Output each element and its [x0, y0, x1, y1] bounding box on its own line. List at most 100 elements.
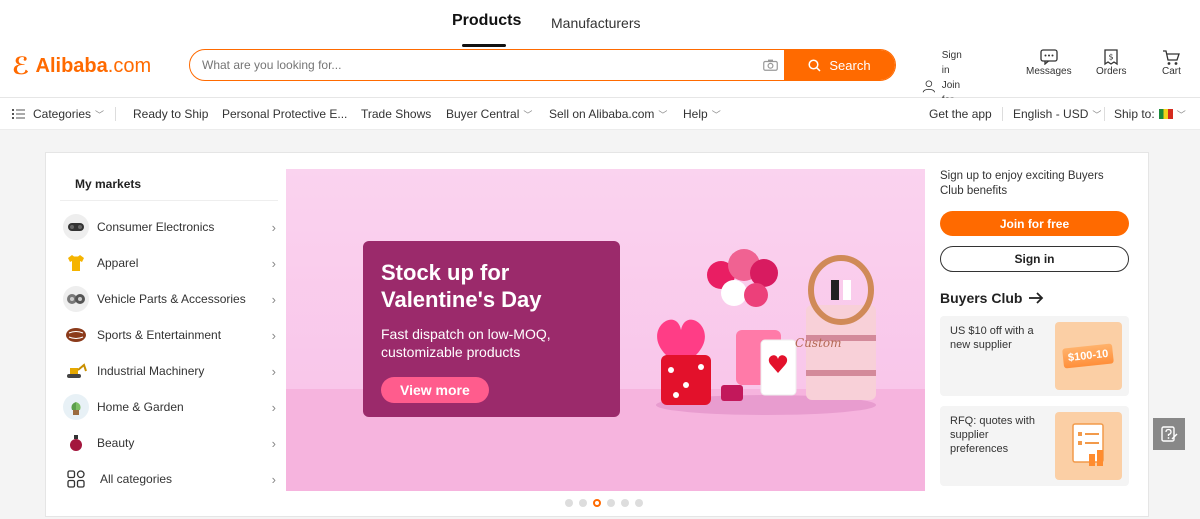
cake-label: Custom	[795, 336, 842, 350]
get-app-link[interactable]: Get the app	[929, 107, 992, 121]
market-label: Vehicle Parts & Accessories	[97, 292, 246, 306]
active-tab-underline	[462, 44, 506, 47]
orders-label: Orders	[1096, 66, 1127, 77]
chevron-right-icon: ›	[271, 327, 276, 343]
chevron-right-icon: ›	[271, 255, 276, 271]
alibaba-logo-icon: ℰ	[12, 53, 30, 80]
promo-box: Stock up for Valentine's Day Fast dispat…	[363, 241, 620, 417]
market-label: All categories	[100, 472, 173, 486]
carousel-dot[interactable]	[579, 499, 587, 507]
market-item-apparel[interactable]: Apparel ›	[60, 245, 278, 281]
market-item-sports-entertainment[interactable]: Sports & Entertainment ›	[60, 317, 278, 353]
logo-suffix: .com	[107, 55, 152, 77]
header-tabs: Products Manufacturers	[0, 12, 1200, 47]
nav-personal-protective[interactable]: Personal Protective E...	[222, 107, 347, 121]
tab-manufacturers[interactable]: Manufacturers	[551, 15, 640, 31]
chevron-down-icon: ﹀	[711, 109, 721, 120]
carousel-dot[interactable]	[635, 499, 643, 507]
cart-label: Cart	[1162, 66, 1181, 77]
chevron-right-icon: ›	[271, 471, 276, 487]
view-more-button[interactable]: View more	[381, 377, 489, 403]
market-label: Sports & Entertainment	[97, 328, 222, 342]
search-input[interactable]	[190, 50, 756, 80]
feedback-float-button[interactable]	[1153, 418, 1185, 450]
nav-buyer-central[interactable]: Buyer Central ﹀	[446, 107, 532, 121]
coupon-card[interactable]: US $10 off with a new supplier $100-10	[940, 316, 1129, 396]
carousel-dot[interactable]	[565, 499, 573, 507]
signin-link[interactable]: Sign in	[942, 48, 972, 78]
market-item-home-garden[interactable]: Home & Garden ›	[60, 389, 278, 425]
market-label: Industrial Machinery	[97, 364, 205, 378]
messages-label: Messages	[1026, 66, 1072, 77]
nav-ready-to-ship[interactable]: Ready to Ship	[133, 107, 208, 121]
category-nav-bar: Categories ﹀ Ready to Ship Personal Prot…	[0, 98, 1200, 130]
market-item-consumer-electronics[interactable]: Consumer Electronics ›	[60, 209, 278, 245]
chevron-down-icon: ﹀	[1176, 109, 1186, 120]
chevron-down-icon: ﹀	[95, 109, 105, 120]
market-label: Home & Garden	[97, 400, 184, 414]
get-app-label: Get the app	[929, 107, 992, 121]
chevron-down-icon: ﹀	[658, 109, 668, 120]
svg-text:$: $	[1109, 53, 1114, 62]
language-currency-selector[interactable]: English - USD ﹀	[1013, 107, 1101, 121]
nav-help[interactable]: Help ﹀	[683, 107, 721, 121]
promo-banner[interactable]: Stock up for Valentine's Day Fast dispat…	[286, 169, 925, 491]
carousel-dot[interactable]	[607, 499, 615, 507]
nav-sell-on-alibaba[interactable]: Sell on Alibaba.com ﹀	[549, 107, 667, 121]
chevron-right-icon: ›	[271, 399, 276, 415]
ship-to-selector[interactable]: Ship to: ﹀	[1114, 107, 1186, 121]
tab-products[interactable]: Products	[452, 12, 521, 30]
market-item-vehicle-parts[interactable]: Vehicle Parts & Accessories ›	[60, 281, 278, 317]
rfq-text: RFQ: quotes with supplier preferences	[950, 415, 1035, 455]
camera-icon[interactable]	[756, 50, 784, 80]
market-label: Beauty	[97, 436, 135, 450]
coupon-image: $100-10	[1055, 322, 1122, 390]
rfq-card[interactable]: RFQ: quotes with supplier preferences	[940, 406, 1129, 486]
my-markets-panel: My markets Consumer Electronics › Appare…	[60, 169, 278, 497]
hero-section: My markets Consumer Electronics › Appare…	[45, 152, 1149, 517]
join-free-button[interactable]: Join for free	[940, 211, 1129, 236]
top-header: Products Manufacturers ℰ Alibaba.com Sea…	[0, 0, 1200, 121]
chevron-right-icon: ›	[271, 435, 276, 451]
alibaba-logo[interactable]: ℰ Alibaba .com	[12, 52, 151, 81]
rfq-document-icon	[1055, 412, 1122, 480]
nav-sell-label: Sell on Alibaba.com	[549, 107, 655, 121]
cart-button[interactable]: Cart	[1162, 48, 1181, 77]
search-button[interactable]: Search	[784, 50, 895, 80]
grid-icon	[63, 466, 89, 492]
headset-icon	[63, 214, 89, 240]
orders-icon: $	[1103, 48, 1119, 66]
my-markets-title: My markets	[60, 169, 278, 201]
categories-menu[interactable]: Categories ﹀	[12, 107, 104, 121]
valentine-gifts-illustration	[656, 249, 876, 415]
market-item-beauty[interactable]: Beauty ›	[60, 425, 278, 461]
chevron-down-icon: ﹀	[1092, 109, 1102, 120]
logo-brand: Alibaba	[35, 55, 108, 77]
promo-subtext: Fast dispatch on low-MOQ, customizable p…	[381, 326, 551, 360]
excavator-icon	[63, 358, 89, 384]
market-item-all-categories[interactable]: All categories ›	[60, 461, 278, 497]
nav-trade-shows[interactable]: Trade Shows	[361, 107, 431, 121]
promo-headline: Stock up for Valentine's Day	[381, 260, 542, 312]
carousel-dot-active[interactable]	[593, 499, 601, 507]
feedback-icon	[1161, 426, 1178, 442]
plant-icon	[63, 394, 89, 420]
market-item-industrial-machinery[interactable]: Industrial Machinery ›	[60, 353, 278, 389]
country-flag-icon	[1158, 109, 1173, 119]
shirt-icon	[63, 250, 89, 276]
nav-buyer-central-label: Buyer Central	[446, 107, 520, 121]
categories-label: Categories	[33, 107, 92, 121]
search-button-label: Search	[829, 57, 871, 73]
buyers-club-title: Buyers Club	[940, 290, 1023, 306]
ship-to-label: Ship to:	[1114, 107, 1155, 121]
sign-in-button[interactable]: Sign in	[940, 246, 1129, 272]
buyers-club-link[interactable]: Buyers Club	[940, 290, 1130, 306]
orders-button[interactable]: $ Orders	[1096, 48, 1127, 77]
nav-divider	[1002, 107, 1003, 121]
messages-button[interactable]: Messages	[1026, 48, 1072, 77]
carousel-dot[interactable]	[621, 499, 629, 507]
engine-icon	[63, 286, 89, 312]
menu-list-icon	[12, 109, 25, 119]
nav-divider	[115, 107, 116, 121]
cart-icon	[1162, 48, 1181, 66]
